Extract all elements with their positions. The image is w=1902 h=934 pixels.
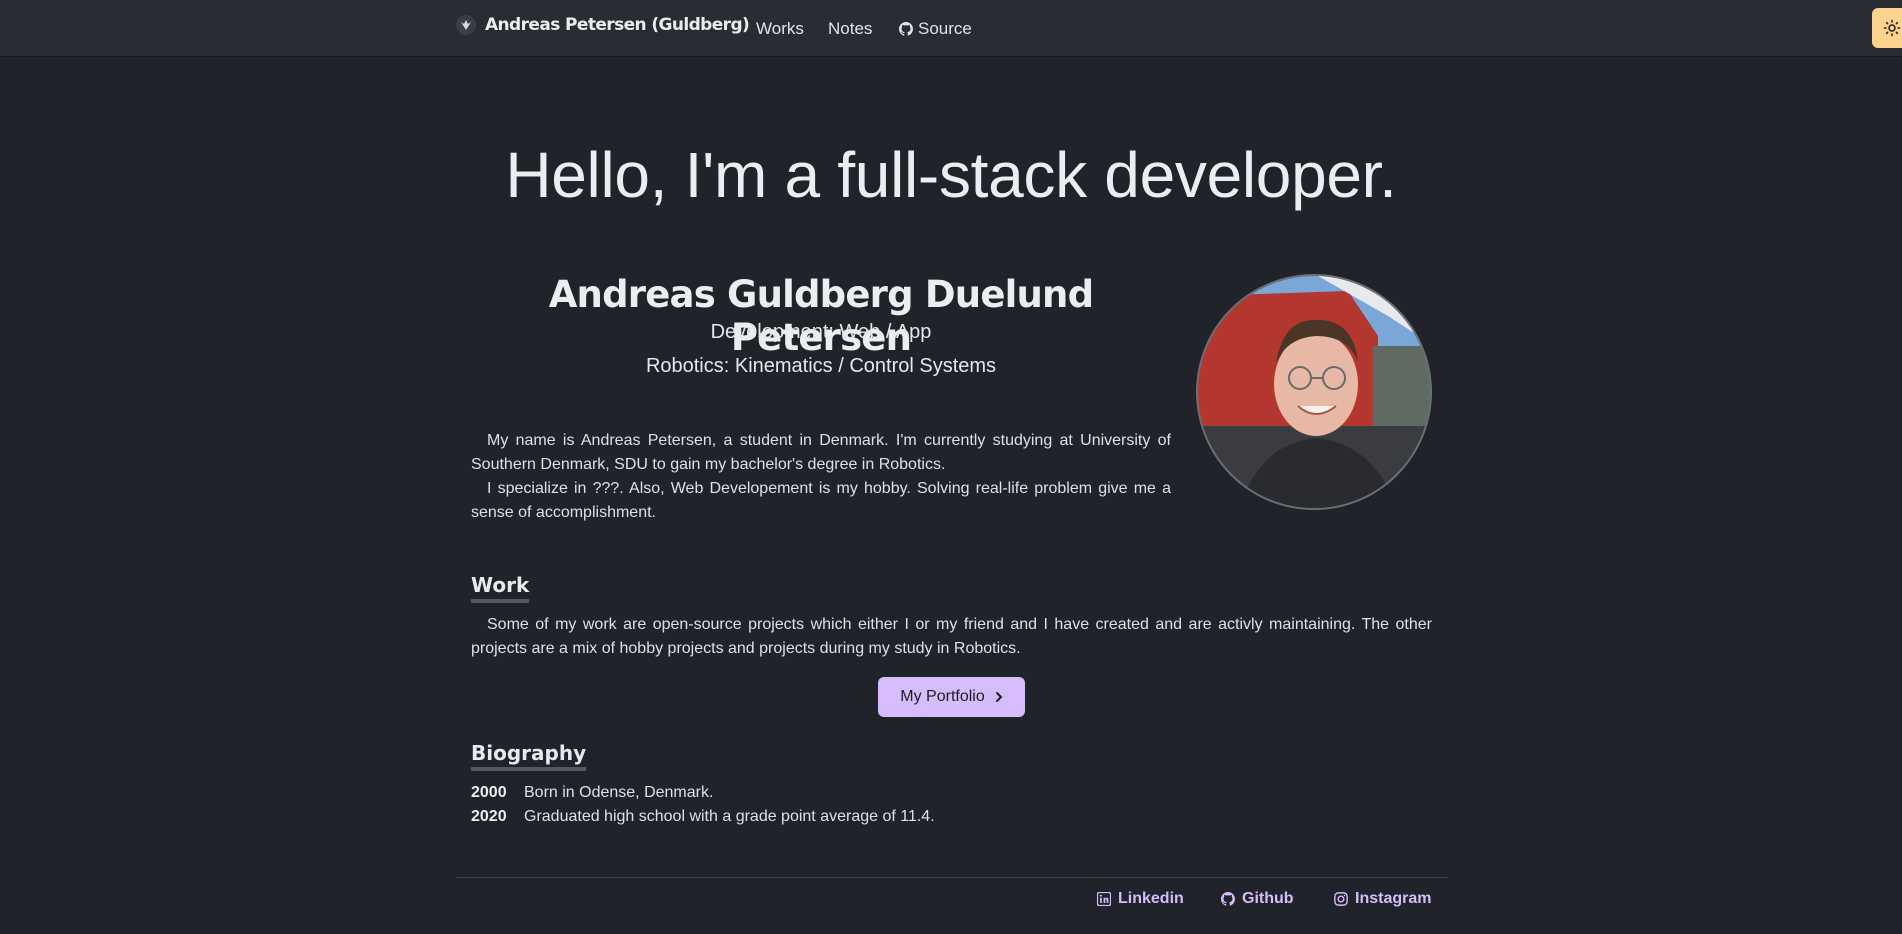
- linkedin-icon: [1097, 892, 1111, 906]
- profile-name: Andreas Guldberg Duelund Petersen: [548, 273, 1094, 359]
- nav-link-source[interactable]: Source: [899, 19, 972, 39]
- chevron-right-icon: [995, 692, 1003, 702]
- github-icon: [1221, 892, 1235, 906]
- bio-text: Graduated high school with a grade point…: [524, 808, 935, 825]
- profile-subtitle-development: Development: Web / App: [710, 321, 932, 343]
- my-portfolio-button[interactable]: My Portfolio: [878, 677, 1025, 717]
- bio-entry: 2020 Graduated high school with a grade …: [471, 808, 935, 826]
- github-link[interactable]: Github: [1221, 890, 1294, 908]
- my-portfolio-label: My Portfolio: [900, 688, 985, 705]
- intro-paragraph: I specialize in ???. Also, Web Developem…: [471, 480, 1171, 521]
- brand-logo-icon: [456, 15, 476, 35]
- brand-name: Andreas Petersen (Guldberg): [485, 15, 750, 35]
- intro-paragraph: My name is Andreas Petersen, a student i…: [471, 432, 1171, 473]
- linkedin-link[interactable]: Linkedin: [1097, 890, 1184, 908]
- github-icon: [899, 22, 913, 36]
- intro-text: My name is Andreas Petersen, a student i…: [471, 429, 1171, 525]
- navbar: Andreas Petersen (Guldberg) Works Notes …: [0, 0, 1902, 56]
- biography-heading: Biography: [471, 741, 587, 771]
- instagram-link[interactable]: Instagram: [1334, 890, 1431, 908]
- nav-link-notes[interactable]: Notes: [828, 19, 872, 39]
- work-text: Some of my work are open-source projects…: [471, 616, 1432, 657]
- instagram-icon: [1334, 892, 1348, 906]
- nav-link-works[interactable]: Works: [756, 19, 804, 39]
- bio-entry: 2000 Born in Odense, Denmark.: [471, 784, 713, 802]
- work-heading: Work: [471, 573, 530, 603]
- nav-link-source-label: Source: [918, 19, 972, 38]
- bio-year: 2000: [471, 784, 507, 801]
- navbar-inner: Andreas Petersen (Guldberg) Works Notes …: [456, 0, 1902, 56]
- profile-subtitle-robotics: Robotics: Kinematics / Control Systems: [645, 355, 997, 377]
- theme-toggle-button[interactable]: [1872, 8, 1902, 48]
- avatar: [1196, 274, 1432, 510]
- linkedin-label: Linkedin: [1118, 890, 1184, 907]
- instagram-label: Instagram: [1355, 890, 1432, 907]
- github-label: Github: [1242, 890, 1294, 907]
- footer-divider: [456, 877, 1448, 878]
- bio-year: 2020: [471, 808, 507, 825]
- sun-icon: [1883, 19, 1901, 37]
- hero-title: Hello, I'm a full-stack developer.: [505, 139, 1397, 211]
- bio-text: Born in Odense, Denmark.: [524, 784, 714, 801]
- brand-link[interactable]: Andreas Petersen (Guldberg): [456, 15, 750, 35]
